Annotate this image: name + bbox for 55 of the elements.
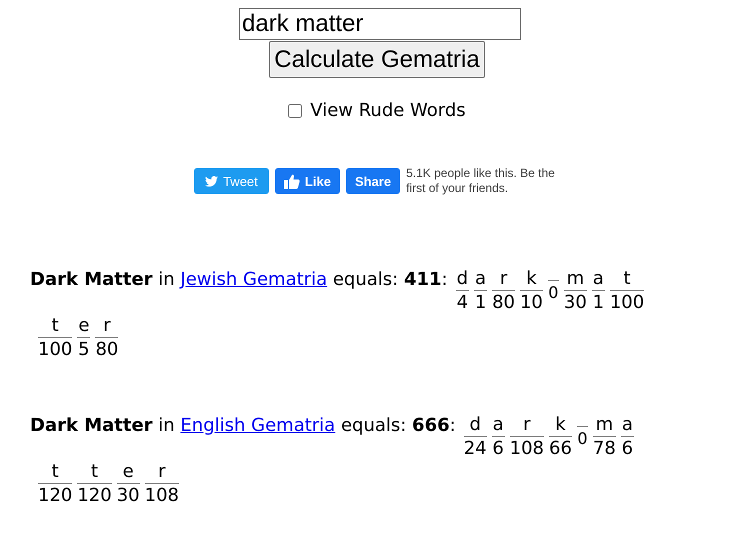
- like-count-text: 5.1K people like this. Be the first of your friends.: [406, 166, 556, 196]
- letter-value: 6: [492, 437, 504, 459]
- letter-value: 108: [144, 484, 179, 506]
- letter-value: 5: [78, 338, 90, 360]
- letter-value: 80: [95, 338, 118, 360]
- letter: t: [38, 316, 72, 338]
- letter: e: [77, 316, 90, 338]
- result-sentence: Dark Matter in English Gematria equals: 666:: [30, 414, 456, 438]
- thumbs-up-icon: [284, 174, 300, 188]
- letter: r: [510, 415, 544, 437]
- letter: r: [95, 316, 118, 338]
- letter-value: 10: [520, 291, 543, 313]
- letter: r: [492, 269, 515, 291]
- bird-icon: [205, 176, 218, 186]
- letter-value: 108: [510, 437, 544, 459]
- result-sentence: Dark Matter in Jewish Gematria equals: 411:: [30, 268, 448, 292]
- letter-value: 1: [592, 291, 604, 313]
- letter-value: 120: [38, 484, 72, 506]
- letter-value: 100: [610, 291, 644, 313]
- letter: e: [116, 462, 140, 484]
- letter-value: 4: [456, 291, 468, 313]
- calculate-button[interactable]: Calculate Gematria: [269, 41, 485, 78]
- letter: m: [564, 269, 587, 291]
- share-button[interactable]: Share: [346, 168, 400, 194]
- letter: a: [474, 269, 488, 291]
- space-value: 0: [548, 282, 558, 303]
- letter: d: [456, 269, 470, 291]
- letter: d: [464, 415, 487, 437]
- letter: m: [592, 415, 616, 437]
- letter-value: 24: [464, 437, 487, 459]
- search-field[interactable]: dark matter: [239, 8, 521, 40]
- letter-value: 30: [116, 484, 140, 506]
- letter-value: 78: [592, 437, 616, 459]
- letter-value: 66: [549, 437, 572, 459]
- letter: k: [549, 415, 572, 437]
- letter-value: 80: [492, 291, 515, 313]
- letter-value: 30: [564, 291, 587, 313]
- cipher-link[interactable]: Jewish Gematria: [180, 269, 328, 290]
- letter: t: [38, 462, 72, 484]
- letter: a: [620, 415, 634, 437]
- space-value: 0: [577, 428, 588, 449]
- letter: k: [520, 269, 543, 291]
- letter-value: 6: [622, 437, 634, 459]
- letter-value: 120: [77, 484, 112, 506]
- letter: t: [610, 269, 644, 291]
- letter: a: [592, 269, 605, 291]
- like-button[interactable]: Like: [274, 168, 340, 194]
- letter: r: [144, 462, 179, 484]
- letter-value: 1: [474, 291, 486, 313]
- letter-value: 100: [38, 338, 72, 360]
- checkbox[interactable]: [288, 104, 302, 118]
- cipher-link[interactable]: English Gematria: [180, 415, 336, 436]
- letter: t: [77, 462, 112, 484]
- checkbox-label: View Rude Words: [310, 100, 466, 121]
- letter: a: [492, 415, 505, 437]
